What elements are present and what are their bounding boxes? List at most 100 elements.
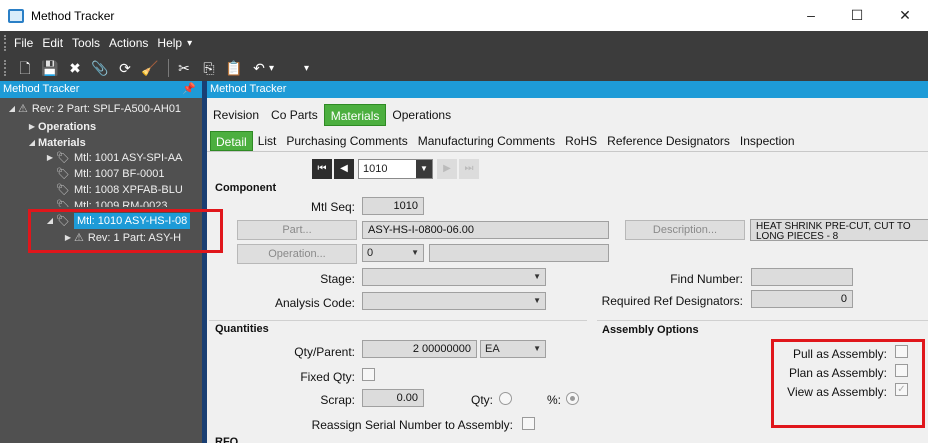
close-button[interactable]: ✕ (882, 4, 928, 26)
chevron-down-icon[interactable]: ▼ (411, 245, 419, 261)
tab-co-parts[interactable]: Co Parts (265, 104, 324, 126)
operation-combo[interactable]: 0 ▼ (362, 244, 424, 262)
tab-operations[interactable]: Operations (386, 104, 457, 126)
mtl-seq-field[interactable]: 1010 (362, 197, 424, 215)
operation-combo-value: 0 (367, 247, 374, 259)
tree-node-mtl-1007[interactable]: 🏷 Mtl: 1007 BF-0001 (56, 166, 164, 182)
reassign-serial-checkbox[interactable] (522, 417, 535, 430)
record-navigator: ⏮ ◀ 1010 ▼ ▶ ⏭ (312, 157, 481, 181)
minimize-button[interactable]: – (788, 4, 834, 26)
stage-combo[interactable]: ▼ (362, 268, 546, 286)
tab-list[interactable]: List (253, 131, 282, 151)
analysis-code-combo[interactable]: ▼ (362, 292, 546, 310)
expand-icon[interactable]: ▶ (44, 150, 56, 166)
attach-icon[interactable]: 📎 (89, 57, 111, 79)
tab-purchasing-comments[interactable]: Purchasing Comments (281, 131, 412, 151)
copy-icon[interactable]: ⎘ (198, 57, 220, 79)
mtl-seq-label: Mtl Seq: (310, 200, 355, 214)
find-number-label: Find Number: (670, 272, 743, 286)
required-ref-designators-field[interactable]: 0 (751, 290, 853, 308)
uom-combo[interactable]: EA ▼ (480, 340, 546, 358)
tab-revision[interactable]: Revision (207, 104, 265, 126)
title-bar: Method Tracker – ☐ ✕ (0, 0, 928, 31)
fixed-qty-checkbox[interactable] (362, 368, 375, 381)
required-ref-designators-label: Required Ref Designators: (601, 294, 743, 308)
last-record-icon: ⏭ (459, 159, 479, 179)
save-icon[interactable]: 💾 (39, 57, 61, 79)
cut-icon[interactable]: ✂ (173, 57, 195, 79)
tree-node-operations[interactable]: ▶ Operations (26, 119, 96, 135)
next-record-icon: ▶ (437, 159, 457, 179)
clear-icon[interactable]: 🧹 (139, 57, 161, 79)
tab-rohs[interactable]: RoHS (560, 131, 602, 151)
tag-icon: 🏷 (56, 168, 70, 180)
quantities-section-title: Quantities (215, 323, 269, 335)
menu-actions[interactable]: Actions (109, 36, 148, 50)
tag-icon: 🏷 (56, 184, 70, 196)
record-selector[interactable]: 1010 ▼ (358, 159, 433, 179)
window-title: Method Tracker (31, 8, 115, 23)
toolbar-separator (168, 59, 169, 77)
tree-node-label: Operations (38, 121, 97, 133)
menu-grip (4, 35, 8, 51)
warning-triangle-icon: ⚠ (18, 103, 28, 115)
menu-edit[interactable]: Edit (42, 36, 63, 50)
expand-icon[interactable]: ▶ (26, 119, 38, 135)
assembly-options-title: Assembly Options (602, 324, 699, 336)
tree-node-label: Mtl: 1007 BF-0001 (73, 168, 165, 180)
scrap-percent-radio[interactable] (566, 392, 579, 405)
tree-node-revision[interactable]: ◢ ⚠ Rev: 2 Part: SPLF-A500-AH01 (6, 101, 181, 117)
operation-button[interactable]: Operation... (237, 244, 357, 264)
tree-node-mtl-1009[interactable]: 🏷 Mtl: 1009 RM-0023 (56, 198, 168, 207)
tag-icon: 🏷 (56, 152, 70, 164)
pin-icon[interactable]: 📌 (182, 81, 196, 98)
collapse-icon[interactable]: ◢ (6, 101, 18, 117)
fixed-qty-label: Fixed Qty: (300, 370, 355, 384)
chevron-down-icon[interactable]: ▼ (533, 293, 541, 309)
description-button[interactable]: Description... (625, 220, 745, 240)
tab-detail[interactable]: Detail (210, 131, 253, 151)
scrap-qty-radio[interactable] (499, 392, 512, 405)
tree-node-materials[interactable]: ◢ Materials (26, 135, 86, 151)
menu-help[interactable]: Help (157, 36, 182, 50)
description-field[interactable]: HEAT SHRINK PRE-CUT, CUT TO LONG PIECES … (750, 219, 928, 241)
part-button[interactable]: Part... (237, 220, 357, 240)
tree-node-label: Mtl: 1008 XPFAB-BLU (73, 184, 183, 196)
menu-bar: File Edit Tools Actions Help ▾ (0, 31, 928, 55)
tree-node-mtl-1008[interactable]: 🏷 Mtl: 1008 XPFAB-BLU (56, 182, 183, 198)
tab-inspection[interactable]: Inspection (735, 131, 800, 151)
tag-icon: 🏷 (56, 200, 70, 207)
maximize-button[interactable]: ☐ (834, 4, 880, 26)
qty-parent-label: Qty/Parent: (294, 345, 355, 359)
highlight-box-tree (28, 209, 223, 253)
secondary-tabs: Detail List Purchasing Comments Manufact… (207, 129, 800, 151)
menu-file[interactable]: File (14, 36, 33, 50)
tree-node-label: Materials (38, 137, 86, 149)
first-record-icon[interactable]: ⏮ (312, 159, 332, 179)
tabs-divider (207, 151, 928, 152)
chevron-down-icon[interactable]: ▼ (533, 341, 541, 357)
chevron-down-icon[interactable]: ▼ (533, 269, 541, 285)
find-number-field[interactable] (751, 268, 853, 286)
chevron-down-icon[interactable]: ▼ (416, 160, 432, 178)
toolbar-overflow-icon[interactable]: ▾ (269, 63, 274, 74)
component-section-title: Component (215, 182, 277, 194)
part-field[interactable]: ASY-HS-I-0800-06.00 (362, 221, 609, 239)
previous-record-icon[interactable]: ◀ (334, 159, 354, 179)
refresh-icon[interactable]: ⟳ (114, 57, 136, 79)
paste-icon[interactable]: 📋 (223, 57, 245, 79)
qty-parent-field[interactable]: 2 00000000 (362, 340, 477, 358)
menu-tools[interactable]: Tools (72, 36, 100, 50)
collapse-icon[interactable]: ◢ (26, 135, 38, 151)
tree-node-mtl-1001[interactable]: ▶ 🏷 Mtl: 1001 ASY-SPI-AA (44, 150, 182, 166)
tab-reference-designators[interactable]: Reference Designators (602, 131, 735, 151)
tab-materials[interactable]: Materials (323, 104, 387, 126)
undo-icon[interactable]: ↶ (248, 57, 270, 79)
new-icon[interactable]: 🗋 (14, 57, 36, 79)
toolbar-customize-icon[interactable]: ▾ (304, 63, 309, 74)
delete-icon[interactable]: ✖ (64, 57, 86, 79)
tab-manufacturing-comments[interactable]: Manufacturing Comments (413, 131, 560, 151)
stage-label: Stage: (320, 272, 355, 286)
menu-overflow-icon[interactable]: ▾ (187, 38, 192, 49)
scrap-field[interactable]: 0.00 (362, 389, 424, 407)
